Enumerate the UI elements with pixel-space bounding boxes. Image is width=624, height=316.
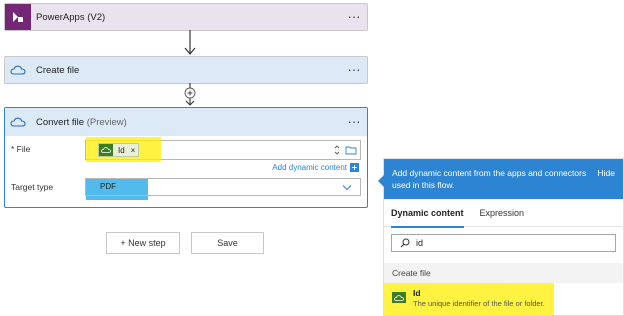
step-title: Convert file (Preview): [31, 117, 341, 128]
target-type-dropdown[interactable]: PDF: [85, 178, 361, 196]
file-field-label: * File: [11, 144, 31, 154]
dynamic-item-description: The unique identifier of the file or fol…: [413, 299, 545, 308]
add-dynamic-content-link[interactable]: Add dynamic content: [272, 163, 359, 172]
create-file-card[interactable]: Create file ···: [4, 56, 368, 84]
panel-tabs: Dynamic content Expression: [384, 199, 623, 228]
search-input[interactable]: id: [391, 234, 616, 252]
panel-header: Add dynamic content from the apps and co…: [384, 159, 623, 199]
more-options-icon[interactable]: ···: [341, 63, 367, 76]
token-label: Id: [118, 145, 125, 155]
remove-token-icon[interactable]: ×: [131, 146, 136, 155]
save-button[interactable]: Save: [191, 232, 264, 254]
search-icon: [400, 238, 410, 248]
panel-pointer: [378, 175, 384, 187]
chevron-down-icon: [342, 185, 352, 191]
hide-button[interactable]: Hide: [598, 167, 615, 199]
stepper-icon[interactable]: [334, 144, 340, 156]
tab-expression[interactable]: Expression: [480, 199, 525, 227]
step-title: Create file: [36, 64, 80, 76]
dynamic-item-id[interactable]: Id The unique identifier of the file or …: [384, 283, 554, 316]
step-subtitle: (Preview): [86, 116, 127, 128]
add-dynamic-content-label: Add dynamic content: [272, 163, 347, 172]
dynamic-item-title: Id: [413, 288, 421, 298]
panel-header-text: Add dynamic content from the apps and co…: [392, 168, 587, 190]
insert-step-icon[interactable]: [184, 83, 196, 107]
convert-file-card[interactable]: Convert file (Preview) ··· * File Id × A…: [4, 107, 368, 208]
onedrive-icon: [5, 57, 31, 83]
powerapps-icon: [5, 4, 31, 30]
powerapps-trigger-card[interactable]: PowerApps (V2) ···: [4, 3, 368, 31]
dynamic-content-panel: Add dynamic content from the apps and co…: [378, 158, 624, 316]
onedrive-token-icon: [99, 144, 113, 156]
step-title: PowerApps (V2): [36, 11, 106, 23]
arrow-down-icon: [184, 30, 196, 55]
new-step-button[interactable]: + New step: [106, 232, 180, 254]
more-options-icon[interactable]: ···: [341, 115, 367, 128]
target-type-value: PDF: [100, 182, 116, 191]
step-title-text: Convert file: [36, 116, 85, 128]
tab-dynamic-content[interactable]: Dynamic content: [391, 199, 464, 228]
more-options-icon[interactable]: ···: [341, 10, 367, 23]
target-type-label: Target type: [11, 182, 54, 192]
onedrive-icon: [5, 109, 31, 135]
section-header-create-file: Create file: [384, 263, 623, 283]
folder-icon[interactable]: [345, 145, 357, 155]
file-id-token[interactable]: Id ×: [98, 143, 140, 157]
search-value: id: [416, 238, 424, 248]
onedrive-item-icon: [392, 292, 406, 303]
add-dynamic-icon: [350, 163, 359, 172]
